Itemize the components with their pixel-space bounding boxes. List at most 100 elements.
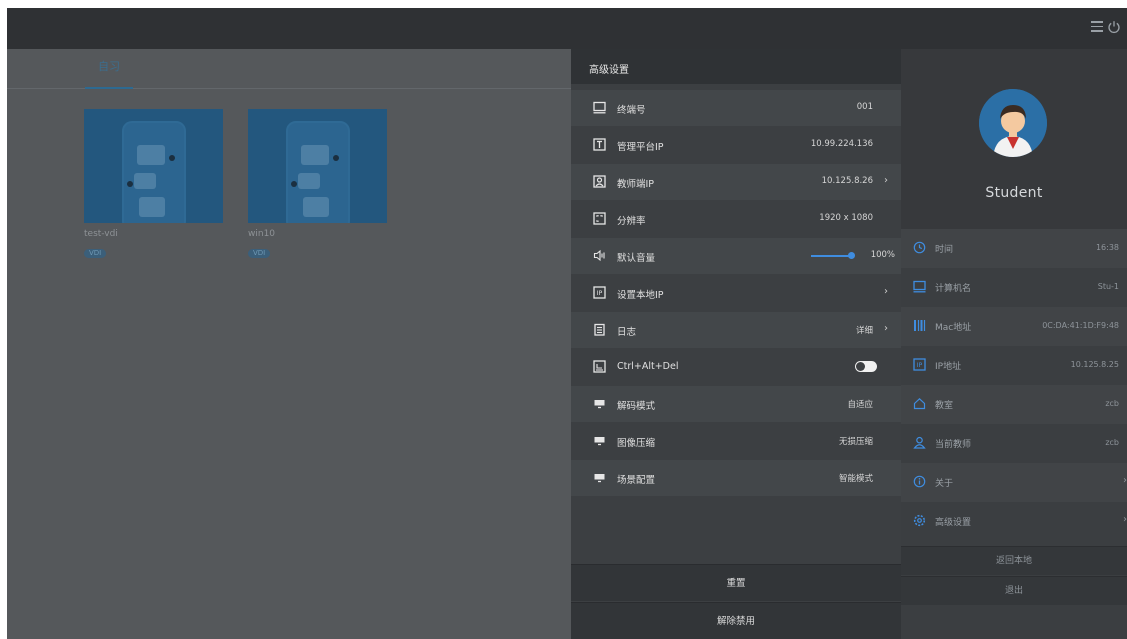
desktop-type-badge: VDI [84,249,107,258]
desktop-list-area: 自习 test-vdi VDI win10 VDI [7,49,571,639]
setting-row-image-compression: 图像压缩 无损压缩 [571,423,901,459]
info-row-advanced-settings[interactable]: 高级设置 › [901,502,1127,541]
hamburger-menu-icon[interactable] [1091,21,1103,35]
chevron-right-icon[interactable]: › [1123,475,1127,486]
setting-row-local-ip[interactable]: IP 设置本地IP › [571,275,901,311]
ip-icon: IP [593,286,606,299]
profile-section: Student [901,49,1127,229]
setting-value: 无损压缩 [838,437,873,447]
info-label: 高级设置 [935,518,972,528]
chevron-right-icon[interactable]: › [884,286,888,297]
monitor-icon [593,101,606,114]
scene-icon [594,474,605,483]
info-icon [913,475,926,488]
setting-label: 日志 [617,327,637,338]
teacher-icon [593,175,606,188]
svg-text:IP: IP [597,290,603,297]
info-label: 教室 [935,401,954,411]
desktop-card-win10[interactable]: win10 VDI [248,109,387,259]
unban-button[interactable]: 解除禁用 [571,602,901,639]
desktop-name: win10 [248,229,276,239]
setting-label: Ctrl+Alt+Del [617,361,679,372]
setting-row-ctrl-alt-del: Ctrl+Alt+Del [571,349,901,385]
info-value: 16:38 [1095,243,1119,252]
info-label: IP地址 [935,362,962,372]
user-info-panel: Student 时间 16:38 计算机名 Stu-1 Mac地址 0C:DA:… [901,49,1127,639]
ip-address-icon: IP [913,358,926,371]
info-label: 计算机名 [935,284,972,294]
info-value: 0C:DA:41:1D:F9:48 [1042,321,1119,330]
setting-value: 自适应 [847,400,873,410]
info-value: 10.125.8.25 [1070,360,1119,369]
top-bar [7,8,1127,49]
info-value: Stu-1 [1097,282,1119,291]
setting-row-decode-mode: 解码模式 自适应 [571,386,901,422]
info-label: 时间 [935,245,954,255]
info-label: 当前教师 [935,440,972,450]
info-row-ip-address: IP IP地址 10.125.8.25 [901,346,1127,385]
info-value: zcb [1105,399,1119,408]
setting-row-resolution: 分辨率 1920 x 1080 [571,201,901,237]
setting-label: 场景配置 [617,475,656,486]
chevron-right-icon[interactable]: › [884,175,888,186]
platform-icon [593,138,606,151]
compress-icon [594,437,605,446]
exit-button[interactable]: 退出 [901,576,1127,605]
setting-label: 默认音量 [617,253,656,264]
setting-value: 10.125.8.26 [821,176,873,186]
desktop-name: test-vdi [84,229,118,239]
info-value: zcb [1105,438,1119,447]
username: Student [985,185,1043,201]
volume-slider-handle[interactable] [848,252,855,259]
setting-row-scene-config: 场景配置 智能模式 [571,460,901,496]
chevron-right-icon[interactable]: › [884,323,888,334]
tab-bar: 自习 [7,49,571,89]
mac-icon [914,320,926,331]
info-label: 关于 [935,479,954,489]
setting-value: 001 [856,102,873,112]
resolution-icon [593,212,606,225]
setting-value: 智能模式 [838,474,873,484]
setting-label: 设置本地IP [617,290,664,301]
desktop-thumbnail[interactable] [84,109,223,223]
info-row-computer-name: 计算机名 Stu-1 [901,268,1127,307]
decode-icon [594,400,605,409]
setting-label: 分辨率 [617,216,646,227]
ctrl-alt-del-toggle[interactable] [855,361,877,372]
log-icon [594,323,605,336]
svg-text:IP: IP [917,362,923,369]
clock-icon [913,241,926,254]
tab-self-study[interactable]: 自习 [85,59,133,89]
info-row-about[interactable]: 关于 › [901,463,1127,502]
setting-value: 10.99.224.136 [810,139,873,149]
desktop-thumbnail[interactable] [248,109,387,223]
setting-value: 100% [870,250,895,260]
volume-slider-track[interactable] [811,255,851,257]
settings-icon [913,514,926,527]
setting-row-log[interactable]: 日志 详细 › [571,312,901,348]
info-row-time: 时间 16:38 [901,229,1127,268]
classroom-icon [913,397,926,410]
setting-label: 教师端IP [617,179,655,190]
advanced-settings-title: 高级设置 [571,49,901,84]
setting-row-default-volume: 默认音量 100% [571,238,901,274]
chevron-right-icon[interactable]: › [1123,514,1127,525]
info-row-mac-address: Mac地址 0C:DA:41:1D:F9:48 [901,307,1127,346]
info-label: Mac地址 [935,323,972,333]
setting-row-teacher-ip[interactable]: 教师端IP 10.125.8.26 › [571,164,901,200]
reset-button[interactable]: 重置 [571,564,901,601]
app-window: 自习 test-vdi VDI win10 VDI 高级设置 终端号 001 管… [7,8,1127,639]
return-local-button[interactable]: 返回本地 [901,546,1127,575]
setting-label: 终端号 [617,105,646,116]
info-row-current-teacher: 当前教师 zcb [901,424,1127,463]
setting-label: 图像压缩 [617,438,656,449]
desktop-card-test-vdi[interactable]: test-vdi VDI [84,109,223,259]
setting-value: 详细 [855,326,873,336]
keyboard-icon [593,360,606,373]
power-icon[interactable] [1107,20,1121,34]
avatar [979,89,1047,157]
speaker-icon [593,249,605,262]
desktop-type-badge: VDI [248,249,271,258]
teacher-user-icon [913,436,926,449]
setting-label: 管理平台IP [617,142,664,153]
